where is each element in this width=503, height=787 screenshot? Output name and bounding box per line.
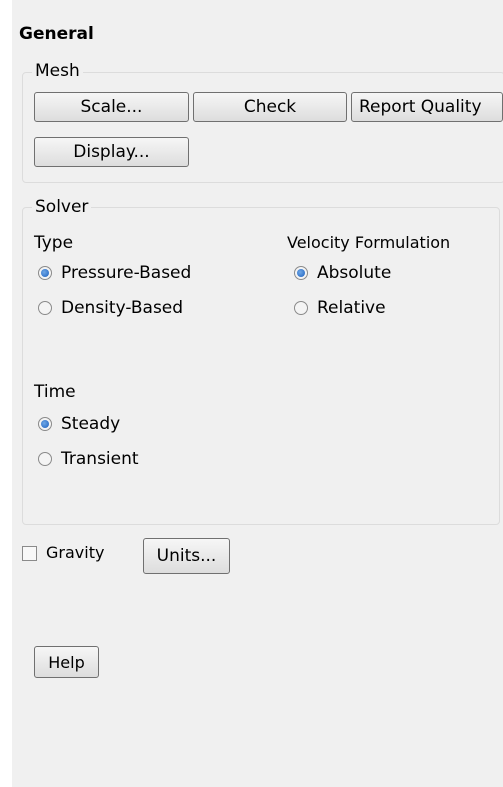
type-label: Type	[34, 233, 74, 253]
gravity-checkbox[interactable]	[22, 546, 37, 561]
panel-title: General	[19, 24, 94, 44]
transient-radio[interactable]	[38, 452, 52, 466]
units-button[interactable]: Units...	[143, 538, 230, 574]
steady-label[interactable]: Steady	[61, 414, 120, 434]
display-button[interactable]: Display...	[34, 137, 189, 167]
pressure-based-label[interactable]: Pressure-Based	[61, 263, 191, 283]
scale-button[interactable]: Scale...	[34, 92, 189, 122]
solver-legend: Solver	[32, 197, 92, 217]
steady-radio[interactable]	[38, 417, 52, 431]
density-based-label[interactable]: Density-Based	[61, 298, 183, 318]
relative-radio[interactable]	[294, 301, 308, 315]
velocity-formulation-label: Velocity Formulation	[287, 233, 451, 252]
absolute-label[interactable]: Absolute	[317, 263, 391, 283]
pressure-based-radio[interactable]	[38, 266, 52, 280]
time-label: Time	[34, 382, 76, 402]
mesh-legend: Mesh	[32, 61, 83, 81]
relative-label[interactable]: Relative	[317, 298, 386, 318]
absolute-radio[interactable]	[294, 266, 308, 280]
solver-group	[22, 207, 500, 525]
gravity-label[interactable]: Gravity	[46, 543, 104, 562]
report-quality-button[interactable]: Report Quality	[351, 92, 503, 122]
transient-label[interactable]: Transient	[61, 449, 139, 469]
help-button[interactable]: Help	[34, 646, 99, 678]
density-based-radio[interactable]	[38, 301, 52, 315]
check-button[interactable]: Check	[193, 92, 347, 122]
